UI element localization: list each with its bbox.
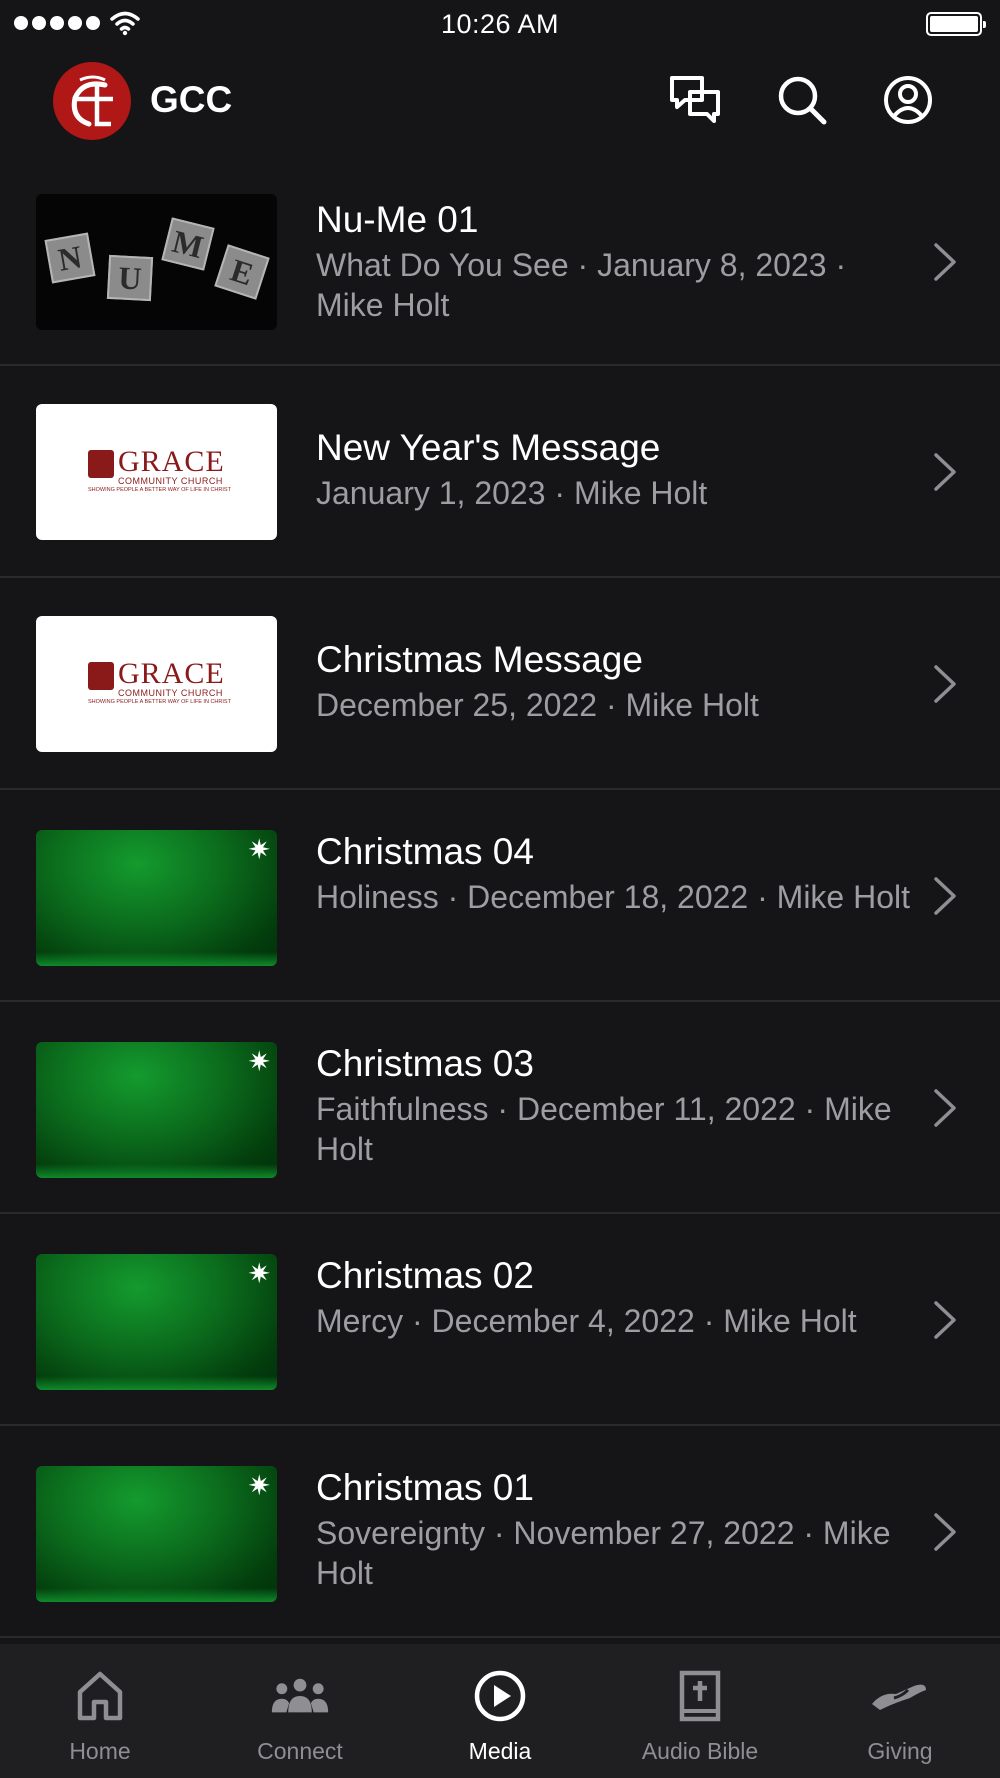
thumbnail-nume-blocks: N U M E <box>36 194 277 330</box>
app-title: GCC <box>150 79 233 120</box>
chevron-right-icon <box>934 243 956 281</box>
item-title: Christmas 04 <box>316 831 534 872</box>
tab-label: Home <box>69 1738 131 1764</box>
item-subtitle: What Do You See · January 8, 2023 · Mike… <box>316 247 847 323</box>
tab-label: Giving <box>867 1738 933 1764</box>
star-icon: ✷ <box>247 1046 271 1077</box>
star-icon: ✷ <box>247 1470 271 1501</box>
chevron-right-icon <box>934 665 956 703</box>
thumbnail-green-star: ✷ <box>36 1254 277 1390</box>
item-title: New Year's Message <box>316 427 661 468</box>
gcc-logo-icon[interactable] <box>53 62 131 140</box>
tab-home[interactable]: Home <box>0 1644 200 1778</box>
item-subtitle: January 1, 2023 · Mike Holt <box>316 475 708 511</box>
chevron-right-icon <box>934 1513 956 1551</box>
list-item[interactable]: ✷ Christmas 03 Faithfulness · December 1… <box>0 1002 1000 1214</box>
grace-logo: GRACE COMMUNITY CHURCH SHOWING PEOPLE A … <box>88 445 231 493</box>
status-time: 10:26 AM <box>440 9 560 39</box>
thumbnail-grace-logo: GRACE COMMUNITY CHURCH SHOWING PEOPLE A … <box>36 404 277 540</box>
chevron-right-icon <box>934 1089 956 1127</box>
block-letter: M <box>161 217 215 271</box>
item-subtitle: Holiness · December 18, 2022 · Mike Holt <box>316 879 911 915</box>
item-info: Christmas 01 Sovereignty · November 27, … <box>316 1466 916 1593</box>
chevron-right-icon <box>934 453 956 491</box>
item-info: Nu-Me 01 What Do You See · January 8, 20… <box>316 198 916 325</box>
chevron-right-icon <box>934 1301 956 1339</box>
block-letter: E <box>214 244 270 300</box>
star-icon: ✷ <box>247 1258 271 1289</box>
item-subtitle: Mercy · December 4, 2022 · Mike Holt <box>316 1303 857 1339</box>
battery-icon <box>926 12 986 36</box>
chat-icon[interactable] <box>668 72 724 128</box>
item-info: Christmas 03 Faithfulness · December 11,… <box>316 1042 916 1169</box>
item-info: Christmas Message December 25, 2022 · Mi… <box>316 638 916 725</box>
item-info: Christmas 02 Mercy · December 4, 2022 · … <box>316 1254 916 1341</box>
item-info: Christmas 04 Holiness · December 18, 202… <box>316 830 916 917</box>
home-icon <box>70 1666 130 1726</box>
grace-logo: GRACE COMMUNITY CHURCH SHOWING PEOPLE A … <box>88 657 231 705</box>
search-icon[interactable] <box>774 72 830 128</box>
thumbnail-green-star: ✷ <box>36 830 277 966</box>
item-subtitle: Sovereignty · November 27, 2022 · Mike H… <box>316 1515 891 1591</box>
people-icon <box>270 1666 330 1726</box>
giving-hand-icon <box>870 1666 930 1726</box>
status-bar: 10:26 AM <box>0 0 1000 52</box>
bible-icon <box>670 1666 730 1726</box>
play-circle-icon <box>470 1666 530 1726</box>
tab-label: Connect <box>257 1738 343 1764</box>
star-icon: ✷ <box>247 834 271 865</box>
list-item[interactable]: ✷ Christmas 02 Mercy · December 4, 2022 … <box>0 1214 1000 1426</box>
item-title: Christmas Message <box>316 639 643 680</box>
tab-bar: Home Connect Media Audio Bible Giving <box>0 1644 1000 1778</box>
list-item[interactable]: N U M E Nu-Me 01 What Do You See · Janua… <box>0 154 1000 366</box>
chevron-right-icon <box>934 877 956 915</box>
item-title: Nu-Me 01 <box>316 199 479 240</box>
item-title: Christmas 02 <box>316 1255 534 1296</box>
tab-label: Audio Bible <box>641 1738 759 1764</box>
item-title: Christmas 03 <box>316 1043 534 1084</box>
item-subtitle: Faithfulness · December 11, 2022 · Mike … <box>316 1091 892 1167</box>
account-icon[interactable] <box>880 72 936 128</box>
tab-media[interactable]: Media <box>400 1644 600 1778</box>
item-info: New Year's Message January 1, 2023 · Mik… <box>316 426 916 513</box>
list-item[interactable]: GRACE COMMUNITY CHURCH SHOWING PEOPLE A … <box>0 366 1000 578</box>
tab-audio-bible[interactable]: Audio Bible <box>600 1644 800 1778</box>
item-title: Christmas 01 <box>316 1467 534 1508</box>
thumbnail-grace-logo: GRACE COMMUNITY CHURCH SHOWING PEOPLE A … <box>36 616 277 752</box>
list-item[interactable]: GRACE COMMUNITY CHURCH SHOWING PEOPLE A … <box>0 578 1000 790</box>
thumbnail-green-star: ✷ <box>36 1466 277 1602</box>
block-letter: N <box>44 232 96 284</box>
tab-giving[interactable]: Giving <box>800 1644 1000 1778</box>
tab-label: Media <box>468 1738 532 1764</box>
block-letter: U <box>106 254 154 302</box>
list-item[interactable]: ✷ Christmas 04 Holiness · December 18, 2… <box>0 790 1000 1002</box>
tab-connect[interactable]: Connect <box>200 1644 400 1778</box>
item-subtitle: December 25, 2022 · Mike Holt <box>316 687 759 723</box>
list-item[interactable]: ✷ Christmas 01 Sovereignty · November 27… <box>0 1426 1000 1638</box>
thumbnail-green-star: ✷ <box>36 1042 277 1178</box>
media-list: N U M E Nu-Me 01 What Do You See · Janua… <box>0 154 1000 1638</box>
